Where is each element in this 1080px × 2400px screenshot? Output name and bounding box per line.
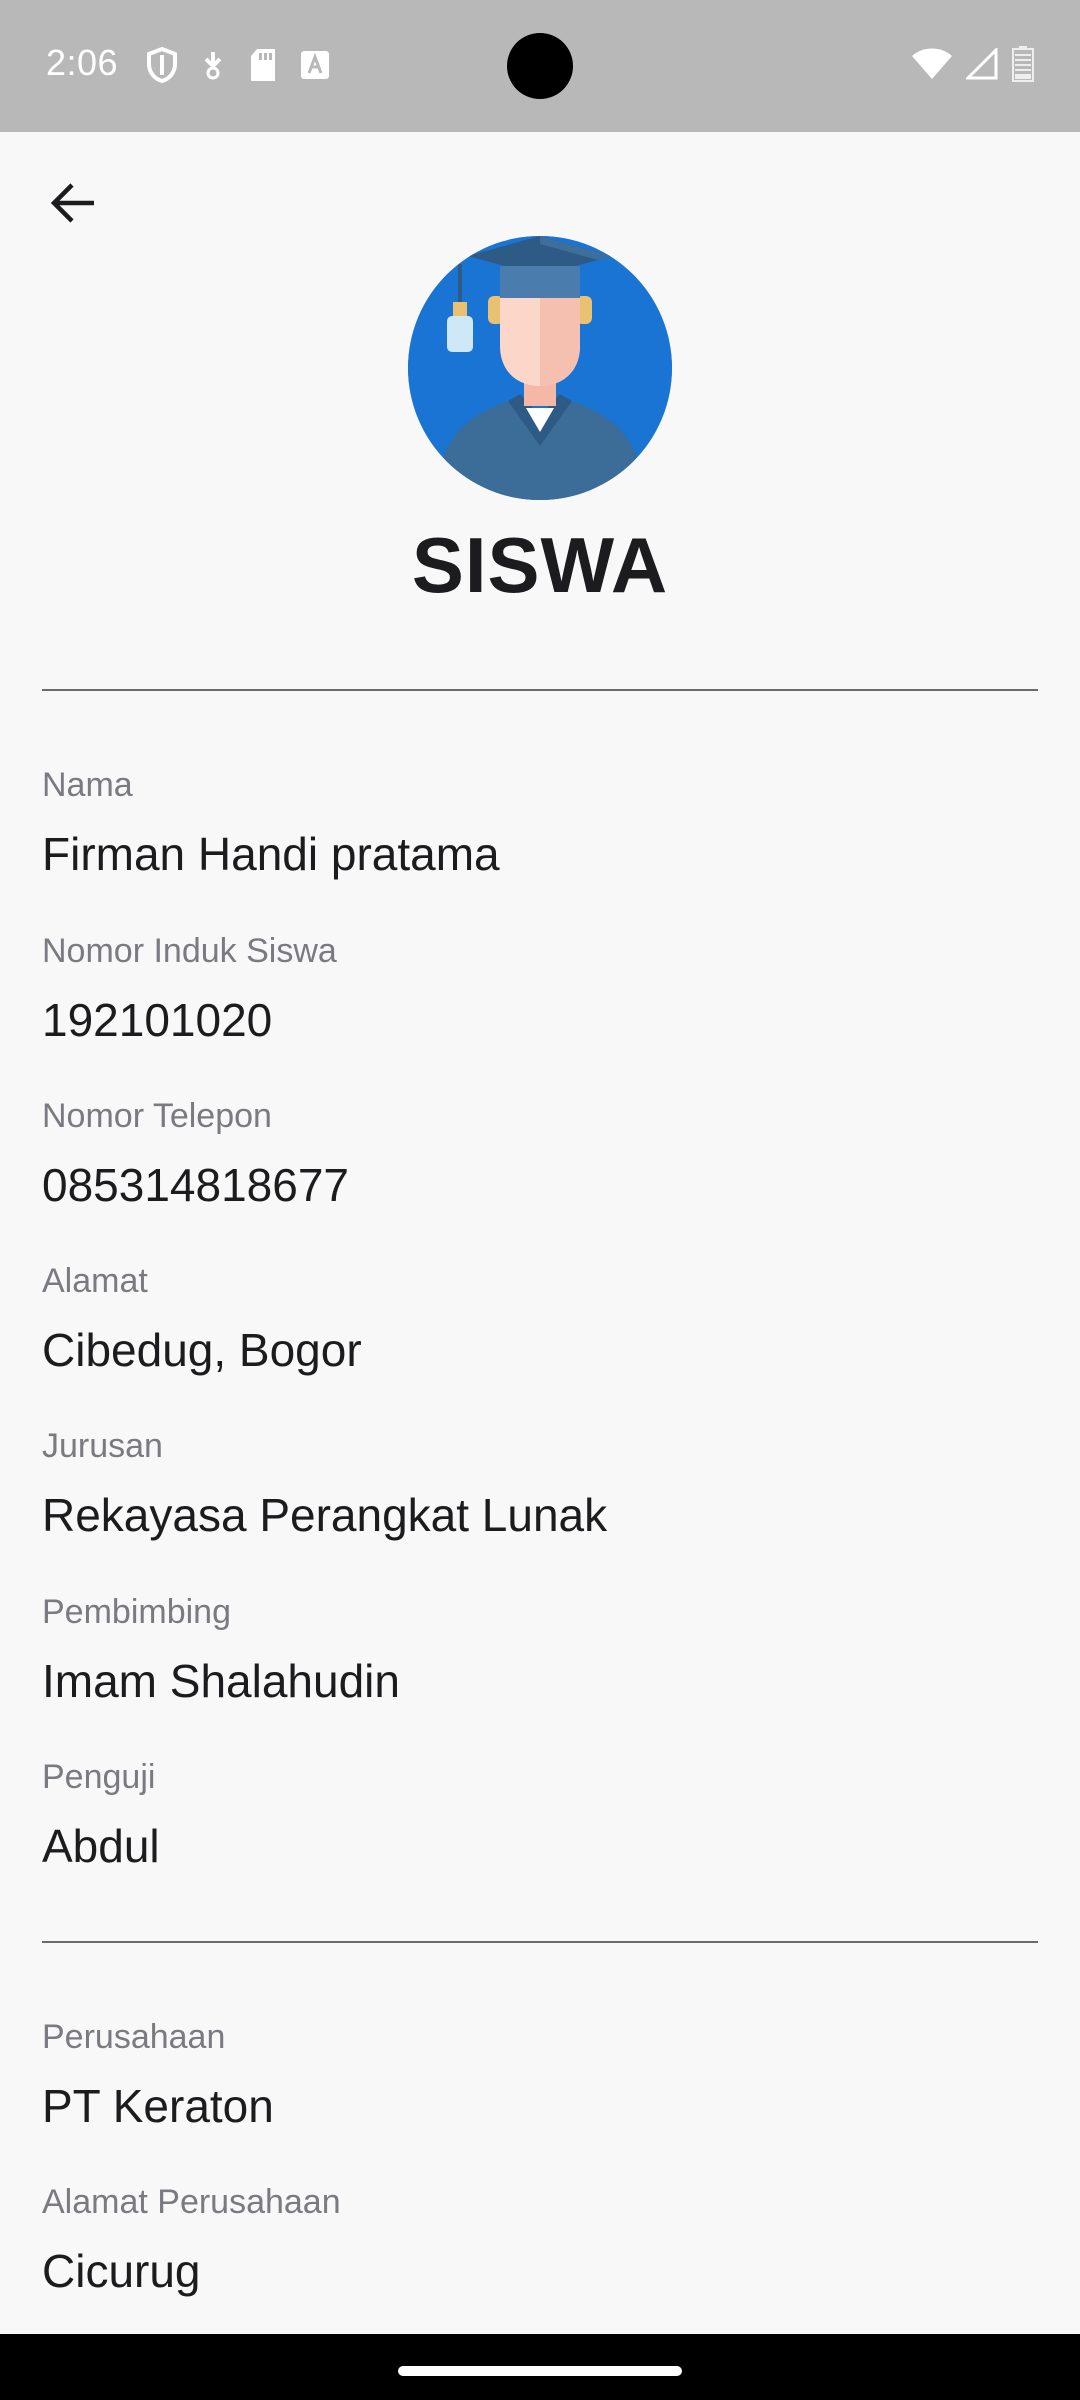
sd-card-icon — [251, 49, 275, 81]
field-pembimbing: Pembimbing Imam Shalahudin — [42, 1592, 1038, 1708]
field-label: Alamat — [42, 1262, 148, 1300]
field-value: Cicurug — [42, 2245, 201, 2297]
field-value: Firman Handi pratama — [42, 828, 500, 880]
field-perusahaan: Perusahaan PT Keraton — [42, 2017, 1038, 2133]
back-button[interactable] — [40, 170, 106, 236]
field-label: Penguji — [42, 1758, 156, 1796]
status-time: 2:06 — [46, 42, 119, 83]
field-value: 192101020 — [42, 994, 273, 1046]
graduate-avatar — [408, 236, 672, 500]
field-value: PT Keraton — [42, 2080, 274, 2132]
field-nomor-telepon: Nomor Telepon 085314818677 — [42, 1096, 1038, 1212]
field-label: Perusahaan — [42, 2018, 226, 2056]
field-value: 085314818677 — [42, 1159, 349, 1211]
cell-signal-icon — [966, 48, 998, 80]
field-value: Rekayasa Perangkat Lunak — [42, 1489, 608, 1541]
font-a-icon — [301, 51, 329, 79]
download-icon — [204, 52, 222, 80]
status-icons-right — [912, 46, 1034, 82]
field-label: Pembimbing — [42, 1593, 231, 1631]
field-alamat: Alamat Cibedug, Bogor — [42, 1261, 1038, 1377]
field-value: Abdul — [42, 1820, 160, 1872]
field-label: Nomor Telepon — [42, 1097, 272, 1135]
field-label: Nomor Induk Siswa — [42, 932, 337, 970]
field-label: Jurusan — [42, 1427, 163, 1465]
field-nomor-induk-siswa: Nomor Induk Siswa 192101020 — [42, 931, 1038, 1047]
page-title: SISWA — [411, 521, 669, 609]
field-jurusan: Jurusan Rekayasa Perangkat Lunak — [42, 1426, 1038, 1542]
field-nama: Nama Firman Handi pratama — [42, 765, 1038, 881]
field-value: Imam Shalahudin — [42, 1655, 400, 1707]
battery-icon — [1012, 46, 1034, 82]
field-value: Cibedug, Bogor — [42, 1324, 362, 1376]
camera-cutout — [507, 33, 573, 99]
arrow-left-icon — [50, 183, 94, 223]
divider-top — [42, 689, 1038, 691]
home-gesture-handle[interactable] — [398, 2366, 682, 2376]
navigation-bar — [0, 2334, 1080, 2400]
shield-icon — [147, 47, 177, 83]
status-icons-left — [146, 47, 330, 83]
divider-bottom — [42, 1941, 1038, 1943]
field-label: Alamat Perusahaan — [42, 2183, 341, 2221]
status-bar: 2:06 — [0, 0, 1080, 132]
field-penguji: Penguji Abdul — [42, 1757, 1038, 1873]
field-label: Nama — [42, 766, 133, 804]
field-alamat-perusahaan: Alamat Perusahaan Cicurug — [42, 2182, 1038, 2298]
graduate-avatar-icon — [408, 236, 672, 500]
wifi-icon — [912, 48, 952, 79]
